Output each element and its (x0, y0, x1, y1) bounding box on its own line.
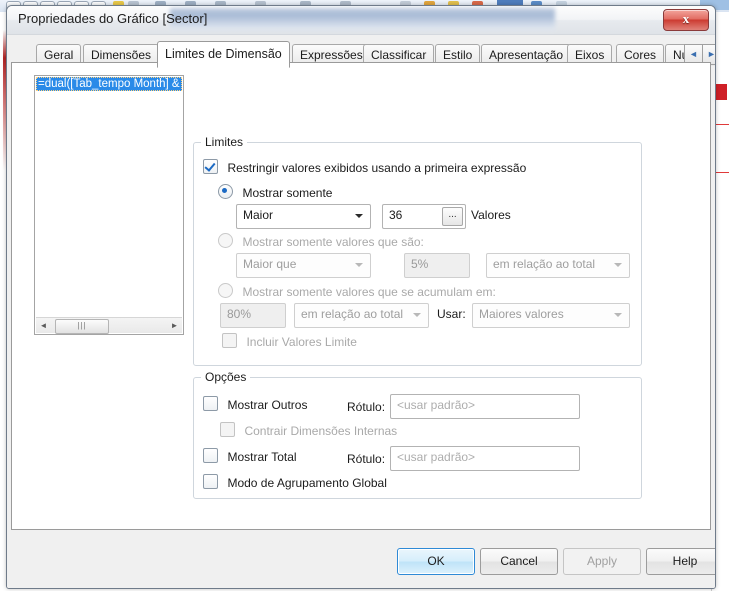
relative-combo-2[interactable]: em relação ao total (294, 303, 429, 328)
show-others-checkbox-row[interactable]: Mostrar Outros (203, 396, 307, 414)
show-total-checkbox-row[interactable]: Mostrar Total (203, 448, 297, 466)
operator-combo[interactable]: Maior que (236, 253, 371, 278)
show-total-label: Mostrar Total (227, 450, 297, 464)
global-grouping-mode-label: Modo de Agrupamento Global (227, 476, 387, 490)
count-ellipsis-button[interactable]: ... (442, 207, 463, 226)
collapse-inner-dimensions-label: Contrair Dimensões Internas (244, 424, 398, 438)
values-that-are-radio-row[interactable]: Mostrar somente valores que são: (218, 233, 424, 251)
restrict-values-checkbox[interactable] (203, 159, 218, 174)
ok-button[interactable]: OK (397, 548, 475, 575)
show-total-rotulo-caption: Rótulo: (347, 452, 386, 466)
rank-combo[interactable]: Maior (236, 204, 371, 229)
usar-combo[interactable]: Maiores valores (472, 303, 630, 328)
collapse-inner-dimensions-checkbox[interactable] (220, 422, 235, 437)
accumulate-amount-textbox[interactable]: 80% (220, 303, 286, 328)
accumulate-amount-value: 80% (227, 307, 252, 321)
restrict-values-label: Restringir valores exibidos usando a pri… (227, 161, 527, 175)
show-only-radio-row[interactable]: Mostrar somente (218, 184, 332, 202)
usar-label: Usar: (437, 307, 466, 321)
show-total-label-value: <usar padrão> (397, 450, 476, 464)
scrollbar-thumb[interactable]: ||| (55, 319, 109, 334)
chart-properties-dialog: Propriedades do Gráfico [Sector] x Geral… (6, 5, 716, 589)
values-that-are-label: Mostrar somente valores que são: (242, 235, 424, 249)
global-grouping-mode-checkbox[interactable] (203, 474, 218, 489)
count-value: 36 (389, 208, 403, 222)
chevron-down-icon (413, 313, 421, 317)
accumulate-radio[interactable] (218, 283, 233, 298)
accumulate-label: Mostrar somente valores que se acumulam … (242, 285, 496, 299)
limits-group-legend: Limites (201, 135, 248, 149)
list-item[interactable]: =dual([Tab_tempo Month] & (36, 77, 182, 91)
dialog-button-bar: OK Cancel Apply Help (7, 536, 715, 588)
show-only-radio[interactable] (218, 184, 233, 199)
chevron-left-icon: ◄ (689, 49, 698, 59)
relative-combo-1[interactable]: em relação ao total (486, 253, 630, 278)
scroll-left-arrow-icon[interactable]: ◄ (36, 318, 51, 333)
show-only-label: Mostrar somente (242, 186, 333, 200)
show-others-checkbox[interactable] (203, 396, 218, 411)
tab-limites-de-dimensao[interactable]: Limites de Dimensão (157, 41, 290, 68)
usar-combo-value: Maiores valores (479, 307, 564, 321)
values-that-are-radio[interactable] (218, 233, 233, 248)
amount-value-percent: 5% (411, 257, 429, 271)
dialog-title: Propriedades do Gráfico [Sector] (18, 11, 208, 26)
show-others-label-value: <usar padrão> (397, 398, 476, 412)
titlebar-blurred-overlay (170, 8, 555, 30)
collapse-inner-dimensions-checkbox-row[interactable]: Contrair Dimensões Internas (220, 422, 397, 440)
include-limit-values-label: Incluir Valores Limite (246, 335, 357, 349)
count-textbox[interactable]: 36 ... (382, 204, 466, 229)
limits-group: Limites Restringir valores exibidos usan… (193, 135, 642, 366)
chevron-right-icon: ► (707, 49, 716, 59)
relative-combo-1-value: em relação ao total (493, 257, 596, 271)
include-limit-values-checkbox[interactable] (222, 333, 237, 348)
apply-button: Apply (563, 548, 641, 575)
restrict-values-checkbox-row[interactable]: Restringir valores exibidos usando a pri… (203, 159, 526, 177)
close-button[interactable]: x (663, 9, 709, 31)
show-total-label-textbox[interactable]: <usar padrão> (390, 446, 580, 471)
options-group-legend: Opções (201, 370, 251, 384)
show-others-label-textbox[interactable]: <usar padrão> (390, 394, 580, 419)
include-limit-values-checkbox-row[interactable]: Incluir Valores Limite (222, 333, 357, 351)
show-others-rotulo-caption: Rótulo: (347, 400, 386, 414)
values-suffix-label: Valores (471, 208, 511, 222)
accumulate-radio-row[interactable]: Mostrar somente valores que se acumulam … (218, 283, 496, 301)
amount-textbox-percent[interactable]: 5% (404, 253, 470, 278)
relative-combo-2-value: em relação ao total (301, 307, 404, 321)
help-button[interactable]: Help (646, 548, 715, 575)
rank-combo-value: Maior (243, 208, 274, 222)
scroll-right-arrow-icon[interactable]: ► (167, 318, 182, 333)
dimension-list[interactable]: =dual([Tab_tempo Month] & ◄ ||| ► (34, 75, 184, 335)
show-total-checkbox[interactable] (203, 448, 218, 463)
chevron-down-icon (614, 263, 622, 267)
global-grouping-mode-checkbox-row[interactable]: Modo de Agrupamento Global (203, 474, 387, 492)
show-others-label: Mostrar Outros (227, 398, 308, 412)
options-group: Opções Mostrar Outros Rótulo: <usar padr… (193, 370, 642, 499)
tab-page-limites-de-dimensao: =dual([Tab_tempo Month] & ◄ ||| ► Limite… (11, 62, 711, 530)
close-icon: x (682, 11, 690, 26)
dimension-list-hscrollbar[interactable]: ◄ ||| ► (36, 317, 182, 334)
operator-combo-value: Maior que (243, 257, 297, 271)
chevron-down-icon (355, 214, 363, 218)
cancel-button[interactable]: Cancel (480, 548, 558, 575)
chevron-down-icon (614, 313, 622, 317)
chevron-down-icon (355, 263, 363, 267)
dialog-titlebar: Propriedades do Gráfico [Sector] x (7, 6, 715, 35)
